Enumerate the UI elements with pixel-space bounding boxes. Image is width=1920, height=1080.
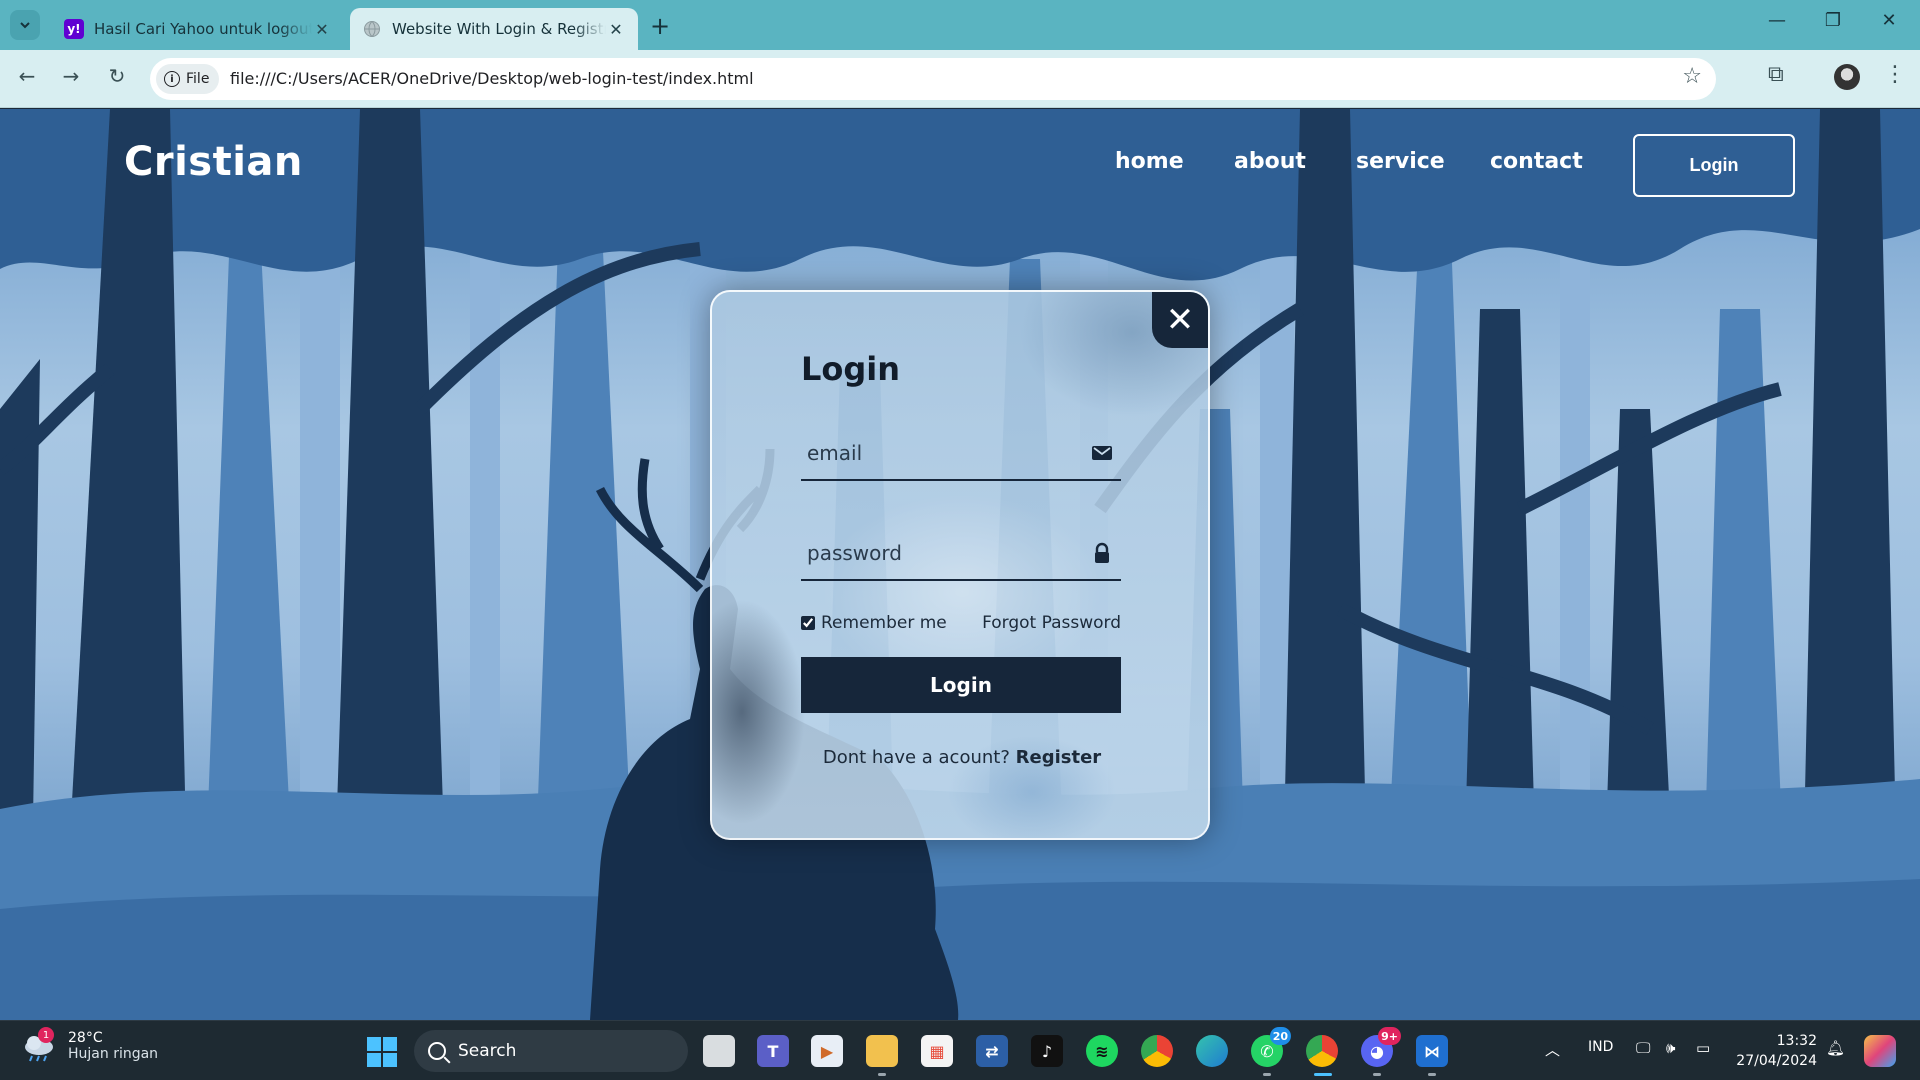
copilot-icon[interactable]	[1864, 1035, 1896, 1067]
tab-title: Website With Login & Registrat	[392, 20, 606, 38]
info-icon: i	[164, 71, 180, 87]
web-page: Cristian home about service contact Logi…	[0, 109, 1920, 1020]
rain-cloud-icon: 1	[22, 1027, 56, 1063]
tab-website-login[interactable]: Website With Login & Registrat ✕	[350, 8, 638, 50]
site-info-chip[interactable]: i File	[156, 64, 220, 94]
password-field-group	[801, 527, 1121, 581]
discord-count-badge: 9+	[1378, 1027, 1401, 1045]
password-field[interactable]	[801, 527, 1081, 579]
nav-link-home[interactable]: home	[1115, 149, 1184, 174]
minimize-button[interactable]: —	[1754, 10, 1800, 31]
globe-icon	[362, 19, 382, 39]
taskbar: 1 28°C Hujan ringan Search T ▶ ▦ ⇄ ♪ ≋ ✆…	[0, 1020, 1920, 1080]
profile-avatar[interactable]	[1834, 64, 1860, 90]
store-icon[interactable]: ▦	[921, 1035, 953, 1067]
email-field-group	[801, 427, 1121, 481]
discord-icon[interactable]: ◕ 9+	[1361, 1027, 1401, 1067]
running-indicator	[1373, 1073, 1381, 1076]
volume-icon[interactable]: 🕪	[1666, 1039, 1675, 1057]
tab-title: Hasil Cari Yahoo untuk logout b	[94, 20, 312, 38]
system-clock[interactable]: 13:32 27/04/2024	[1735, 1031, 1817, 1071]
start-button[interactable]	[367, 1037, 397, 1067]
clock-date: 27/04/2024	[1736, 1053, 1817, 1069]
remember-checkbox[interactable]	[801, 616, 815, 630]
weather-desc: Hujan ringan	[68, 1046, 159, 1062]
back-button[interactable]: ←	[12, 64, 42, 88]
active-indicator	[1314, 1073, 1332, 1076]
weather-temp: 28°C	[68, 1030, 103, 1046]
restore-button[interactable]: ❐	[1810, 10, 1856, 31]
close-tab-icon[interactable]: ✕	[606, 20, 626, 39]
chevron-down-icon	[20, 22, 30, 29]
address-bar[interactable]: i File file:///C:/Users/ACER/OneDrive/De…	[150, 58, 1716, 100]
tiktok-icon[interactable]: ♪	[1031, 1035, 1063, 1067]
search-icon	[428, 1042, 446, 1060]
menu-icon[interactable]: ⋮	[1884, 62, 1906, 87]
network-tool-icon[interactable]: ⇄	[976, 1035, 1008, 1067]
register-link[interactable]: Register	[1016, 747, 1102, 768]
spotify-icon[interactable]: ≋	[1086, 1035, 1118, 1067]
close-window-button[interactable]: ✕	[1866, 10, 1912, 31]
task-view-icon[interactable]	[703, 1035, 735, 1067]
site-info-label: File	[186, 71, 210, 87]
close-modal-button[interactable]: ✕	[1152, 292, 1208, 348]
close-tab-icon[interactable]: ✕	[312, 20, 332, 39]
network-icon[interactable]: 🖵	[1636, 1039, 1650, 1057]
site-logo[interactable]: Cristian	[124, 139, 303, 185]
mail-icon	[1092, 446, 1112, 460]
whatsapp-icon[interactable]: ✆ 20	[1251, 1027, 1291, 1067]
weather-alert-badge: 1	[38, 1027, 54, 1043]
running-indicator	[1428, 1073, 1436, 1076]
whatsapp-count-badge: 20	[1269, 1027, 1291, 1045]
reload-button[interactable]: ↻	[102, 64, 132, 88]
forward-button[interactable]: →	[56, 64, 86, 88]
running-indicator	[878, 1073, 886, 1076]
weather-widget[interactable]: 1 28°C Hujan ringan	[22, 1027, 159, 1063]
vscode-icon[interactable]: ⋈	[1416, 1035, 1448, 1067]
file-explorer-icon[interactable]	[866, 1035, 898, 1067]
battery-icon[interactable]: ▭	[1696, 1039, 1710, 1057]
clipchamp-icon[interactable]: ▶	[811, 1035, 843, 1067]
browser-toolbar: ← → ↻ i File file:///C:/Users/ACER/OneDr…	[0, 50, 1920, 108]
forgot-password-link[interactable]: Forgot Password	[982, 613, 1121, 633]
login-submit-button[interactable]: Login	[801, 657, 1121, 713]
header-login-button[interactable]: Login	[1633, 134, 1795, 197]
url-text[interactable]: file:///C:/Users/ACER/OneDrive/Desktop/w…	[230, 69, 754, 88]
chrome-icon[interactable]	[1141, 1035, 1173, 1067]
notification-bell-icon[interactable]: 🔔︎	[1826, 1039, 1845, 1057]
new-tab-button[interactable]: +	[650, 12, 670, 40]
nav-link-about[interactable]: about	[1234, 149, 1306, 174]
close-icon: ✕	[1165, 300, 1195, 340]
nav-link-service[interactable]: service	[1356, 149, 1445, 174]
remember-me[interactable]: Remember me	[801, 613, 947, 633]
tab-yahoo[interactable]: y! Hasil Cari Yahoo untuk logout b ✕	[52, 8, 344, 50]
taskbar-search[interactable]: Search	[414, 1030, 688, 1072]
show-hidden-icons[interactable]: ︿	[1545, 1039, 1560, 1060]
remember-forgot-row: Remember me Forgot Password	[801, 613, 1121, 633]
search-label: Search	[458, 1041, 517, 1061]
tab-strip: y! Hasil Cari Yahoo untuk logout b ✕ Web…	[0, 0, 1920, 50]
login-modal: ✕ Login Remember me Forgot Password Logi…	[710, 290, 1210, 840]
register-row: Dont have a acount? Register	[712, 747, 1208, 768]
nav-link-contact[interactable]: contact	[1490, 149, 1583, 174]
login-title: Login	[801, 350, 901, 388]
bookmark-star-icon[interactable]: ☆	[1682, 64, 1702, 89]
clock-time: 13:32	[1776, 1033, 1817, 1049]
lock-icon	[1095, 542, 1109, 563]
extensions-icon[interactable]: ⧉	[1768, 62, 1784, 87]
chrome-profile-icon[interactable]	[1306, 1035, 1338, 1067]
running-indicator	[1263, 1073, 1271, 1076]
teams-icon[interactable]: T	[757, 1035, 789, 1067]
register-prompt: Dont have a acount?	[822, 747, 1010, 768]
email-field[interactable]	[801, 427, 1081, 479]
tab-search-button[interactable]	[10, 10, 40, 40]
yahoo-icon: y!	[64, 19, 84, 39]
edge-icon[interactable]	[1196, 1035, 1228, 1067]
language-indicator[interactable]: IND	[1588, 1039, 1613, 1055]
remember-label: Remember me	[821, 613, 947, 633]
